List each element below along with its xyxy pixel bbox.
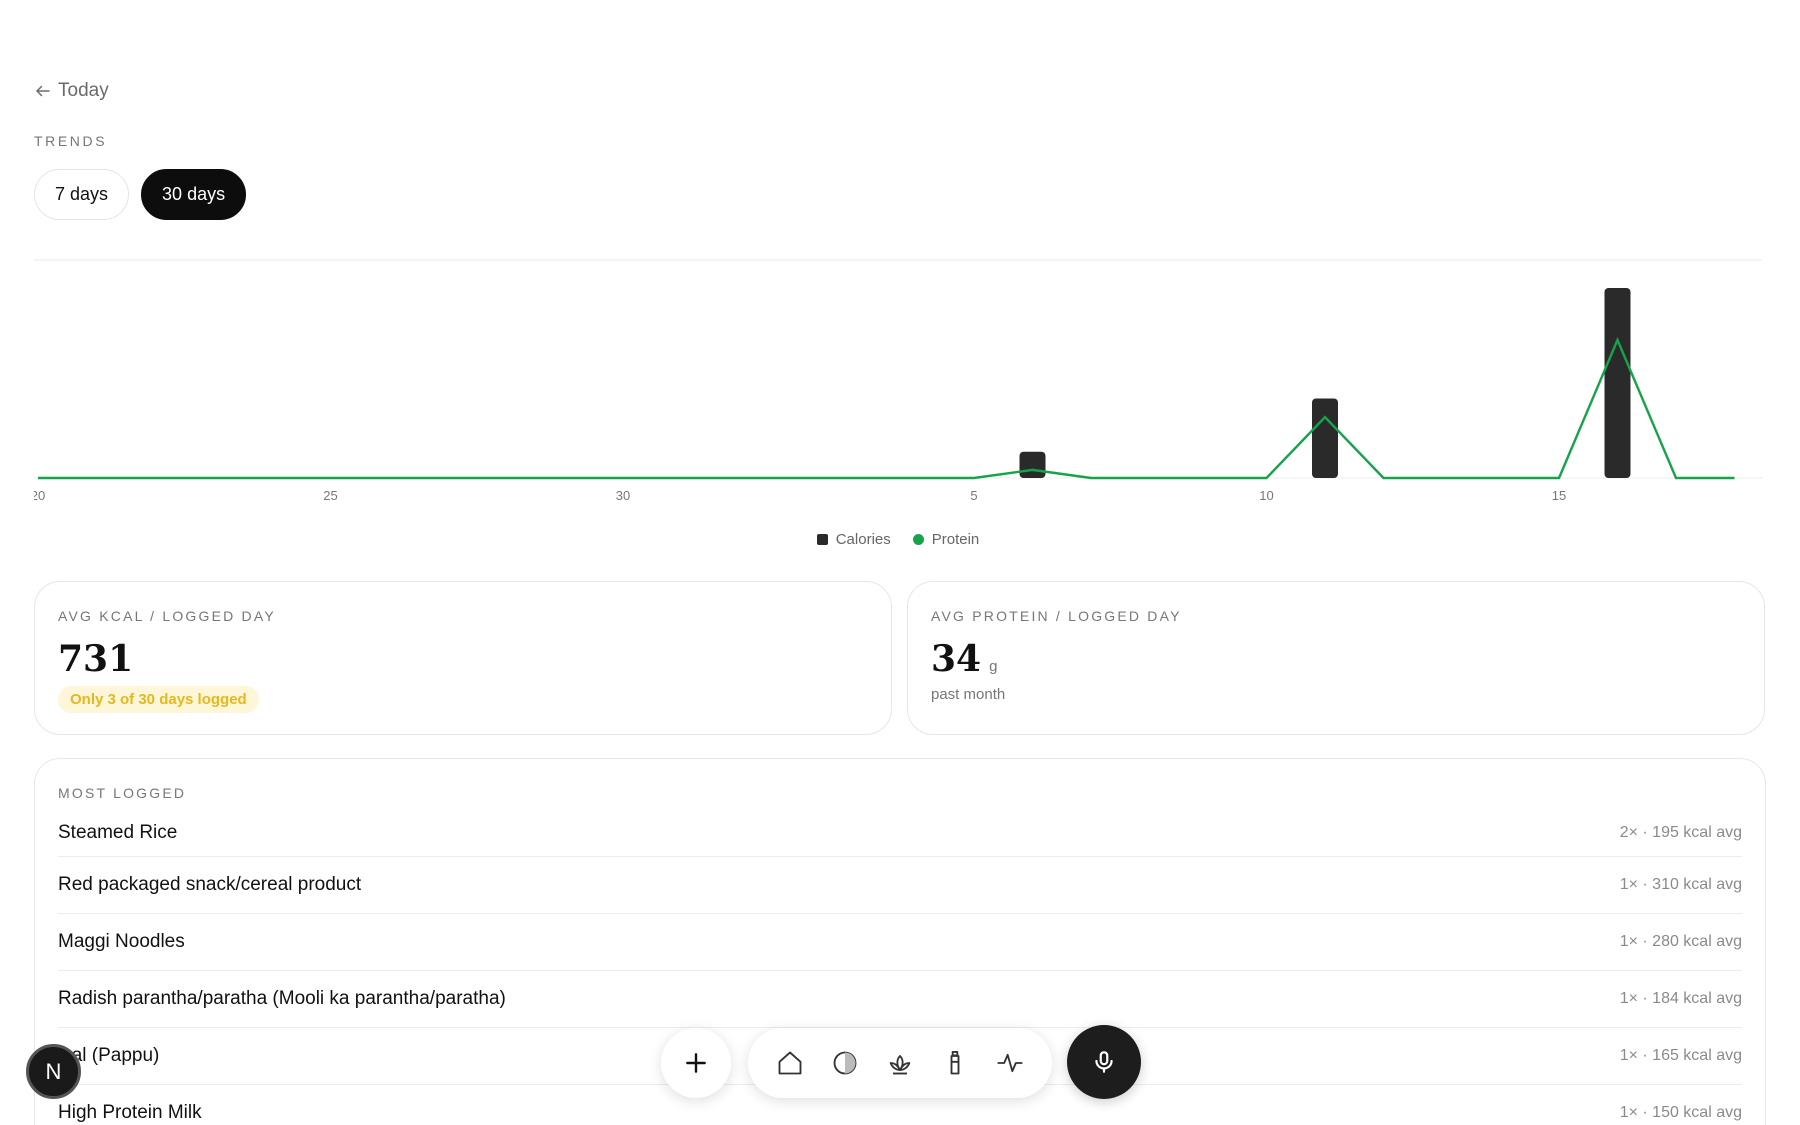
list-item[interactable]: Maggi Noodles 1× · 280 kcal avg [58, 914, 1742, 971]
lotus-icon [889, 1055, 911, 1075]
plus-icon [686, 1053, 706, 1073]
voice-log-button[interactable] [1067, 1025, 1141, 1099]
avg-kcal-value: 731 [58, 638, 134, 680]
circle-half-icon [833, 1051, 857, 1075]
protein-swatch [912, 534, 924, 545]
avg-kcal-card: AVG KCAL / LOGGED DAY 731 Only 3 of 30 d… [34, 581, 892, 735]
most-logged-label: MOST LOGGED [58, 785, 187, 801]
days-logged-badge: Only 3 of 30 days logged [58, 686, 259, 713]
avg-protein-unit: g [989, 658, 998, 675]
nav-activity[interactable] [990, 1043, 1030, 1083]
nav-balance[interactable] [825, 1043, 865, 1083]
bottle-icon [950, 1050, 960, 1075]
x-tick-label: 25 [323, 488, 337, 503]
food-name: Radish parantha/paratha (Mooli ka parant… [58, 988, 506, 1009]
range-tabs: 7 days 30 days [34, 169, 247, 220]
arrow-left-icon [36, 85, 50, 97]
tab-7-days[interactable]: 7 days [34, 169, 130, 220]
calories-swatch [816, 534, 828, 545]
trends-chart-svg: 20 25 30 5 10 15 [34, 259, 1762, 503]
food-name: Steamed Rice [58, 821, 178, 843]
bottom-nav [748, 1028, 1052, 1098]
x-tick-label: 10 [1259, 488, 1273, 503]
food-meta: 1× · 280 kcal avg [1619, 933, 1742, 950]
avg-kcal-value-row: 731 [58, 638, 868, 680]
avg-protein-period: past month [931, 686, 1006, 703]
microphone-icon [1095, 1051, 1113, 1073]
avg-protein-label: AVG PROTEIN / LOGGED DAY [931, 608, 1182, 624]
x-tick-label: 20 [34, 488, 45, 503]
home-icon [778, 1051, 802, 1075]
food-name: High Protein Milk [58, 1102, 202, 1123]
protein-series-line [38, 336, 1735, 480]
legend-label-protein: Protein [931, 531, 980, 548]
food-meta: 1× · 150 kcal avg [1619, 1104, 1742, 1121]
trends-section-label: TRENDS [34, 133, 108, 149]
legend-label-calories: Calories [835, 531, 891, 548]
add-entry-button[interactable] [661, 1028, 731, 1098]
legend-item-protein: Protein [912, 531, 980, 548]
back-to-today-link[interactable]: Today [34, 80, 109, 102]
activity-icon [997, 1053, 1023, 1073]
chart-legend: Calories Protein [34, 531, 1762, 548]
food-meta: 2× · 195 kcal avg [1619, 823, 1742, 841]
x-tick-label: 15 [1552, 488, 1566, 503]
nav-home[interactable] [770, 1043, 810, 1083]
avg-protein-value: 34 [931, 638, 982, 680]
list-item[interactable]: Red packaged snack/cereal product 1× · 3… [58, 857, 1742, 914]
nav-water[interactable] [935, 1043, 975, 1083]
calories-bar [1312, 398, 1338, 478]
n-badge-button[interactable]: N [26, 1044, 81, 1099]
avg-protein-card: AVG PROTEIN / LOGGED DAY 34 g past month [907, 581, 1765, 735]
nav-wellness[interactable] [880, 1043, 920, 1083]
legend-item-calories: Calories [816, 531, 891, 548]
trends-chart: 20 25 30 5 10 15 Calories Protein [34, 259, 1762, 559]
back-label: Today [58, 80, 109, 101]
x-tick-label: 5 [970, 488, 977, 503]
calories-bar [1019, 451, 1046, 478]
list-item[interactable]: Steamed Rice 2× · 195 kcal avg [58, 809, 1742, 857]
food-meta: 1× · 310 kcal avg [1619, 876, 1742, 893]
food-meta: 1× · 184 kcal avg [1619, 990, 1742, 1007]
food-name: Red packaged snack/cereal product [58, 874, 362, 895]
tab-30-days[interactable]: 30 days [141, 169, 247, 220]
food-name: Maggi Noodles [58, 931, 185, 952]
list-item[interactable]: Radish parantha/paratha (Mooli ka parant… [58, 971, 1742, 1028]
bottom-dock [0, 1025, 1800, 1102]
avg-protein-value-row: 34 g [931, 638, 1741, 680]
x-tick-label: 30 [616, 488, 630, 503]
avg-kcal-label: AVG KCAL / LOGGED DAY [58, 608, 276, 624]
calories-bar [1604, 288, 1631, 478]
